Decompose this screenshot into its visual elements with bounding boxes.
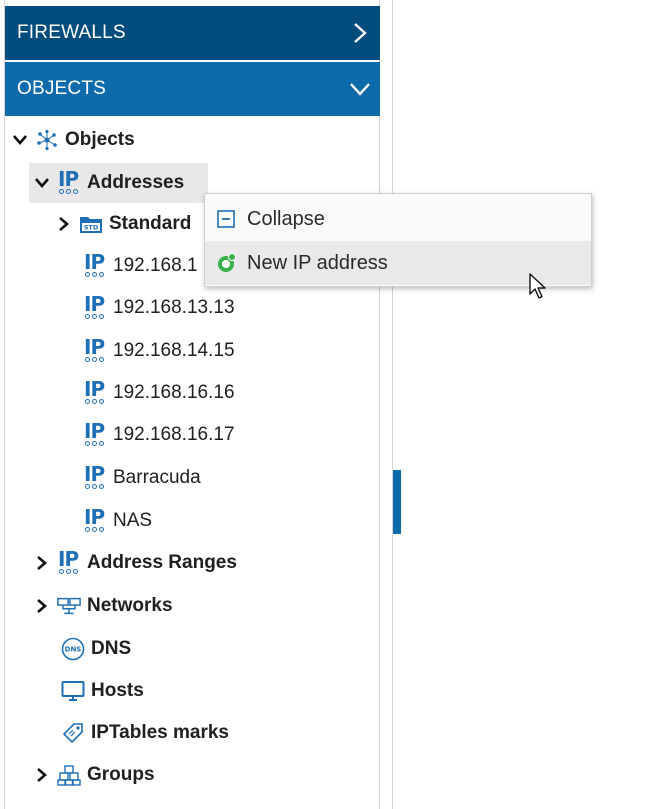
ip-address-icon: IP bbox=[83, 377, 107, 406]
new-ip-icon bbox=[215, 252, 237, 274]
ip-range-icon: IP bbox=[57, 547, 81, 576]
chevron-right-icon[interactable] bbox=[31, 764, 53, 786]
tree-item-label: Networks bbox=[87, 595, 173, 616]
tree-item-groups[interactable]: Groups bbox=[31, 755, 155, 795]
ip-address-icon: IP bbox=[83, 505, 107, 534]
tree-item-label: 192.168.16.17 bbox=[113, 424, 235, 445]
chevron-right-icon[interactable] bbox=[31, 552, 53, 574]
tree-item-label: DNS bbox=[91, 638, 132, 659]
ip-address-icon: IP bbox=[83, 250, 107, 279]
tree-item-ip[interactable]: IP 192.168.16.17 bbox=[83, 415, 235, 455]
tree-item-hosts[interactable]: Hosts bbox=[61, 671, 144, 711]
tree-item-dns[interactable]: DNS DNS bbox=[61, 629, 131, 669]
standard-folder-icon: STD bbox=[79, 211, 103, 237]
chevron-down-icon bbox=[340, 62, 380, 116]
tree-item-ip[interactable]: IP 192.168.13.13 bbox=[83, 288, 235, 328]
ip-address-icon: IP bbox=[83, 292, 107, 321]
ip-address-icon: IP bbox=[83, 462, 107, 491]
scrollbar-thumb[interactable] bbox=[393, 470, 401, 534]
menu-item-collapse[interactable]: Collapse bbox=[205, 197, 591, 241]
tree-item-addresses[interactable]: IP Addresses bbox=[29, 163, 208, 203]
ip-address-icon: IP bbox=[83, 419, 107, 448]
sidebar-panel: FIREWALLS OBJECTS Objects IP Addresses S… bbox=[4, 0, 380, 809]
chevron-right-icon bbox=[340, 6, 380, 60]
groups-cubes-icon bbox=[57, 762, 81, 788]
chevron-down-icon[interactable] bbox=[9, 129, 31, 151]
std-badge-text: STD bbox=[84, 224, 99, 232]
mouse-cursor-icon bbox=[529, 273, 546, 299]
tree-item-label: Hosts bbox=[91, 680, 144, 701]
tree-item-label: Groups bbox=[87, 764, 155, 785]
menu-item-label: New IP address bbox=[247, 251, 388, 274]
tree-item-label: 192.168.13.13 bbox=[113, 297, 235, 318]
tree-item-label: Standard bbox=[109, 213, 192, 234]
accordion-objects[interactable]: OBJECTS bbox=[5, 62, 380, 116]
dns-icon: DNS bbox=[61, 636, 85, 662]
tree-item-label: Objects bbox=[65, 129, 135, 150]
chevron-down-icon[interactable] bbox=[31, 172, 53, 194]
tree-item-ip[interactable]: IP Barracuda bbox=[83, 458, 201, 498]
tree-item-iptables-marks[interactable]: IPTables marks bbox=[61, 713, 229, 753]
tree-item-standard[interactable]: STD Standard bbox=[53, 204, 191, 244]
tree-item-label: 192.168.16.16 bbox=[113, 382, 235, 403]
tree-item-label: NAS bbox=[113, 510, 153, 531]
monitor-icon bbox=[61, 678, 85, 704]
accordion-firewalls-label: FIREWALLS bbox=[17, 22, 126, 43]
ip-address-icon: IP bbox=[83, 335, 107, 364]
menu-item-label: Collapse bbox=[247, 207, 325, 230]
panel-splitter[interactable] bbox=[381, 0, 391, 809]
tree-item-ip[interactable]: IP NAS bbox=[83, 501, 152, 541]
tree-item-ip[interactable]: IP 192.168.1 bbox=[83, 246, 198, 286]
tree-item-label: 192.168.14.15 bbox=[113, 340, 235, 361]
tree-item-label: Addresses bbox=[87, 172, 185, 193]
collapse-icon bbox=[215, 208, 237, 230]
tree-item-ip[interactable]: IP 192.168.14.15 bbox=[83, 331, 235, 371]
tree-item-objects[interactable]: Objects bbox=[9, 120, 135, 160]
chevron-right-icon[interactable] bbox=[31, 595, 53, 617]
ip-address-icon: IP bbox=[57, 167, 81, 196]
networks-icon bbox=[57, 593, 81, 619]
dns-badge-text: DNS bbox=[65, 646, 82, 654]
accordion-firewalls[interactable]: FIREWALLS bbox=[5, 6, 380, 60]
accordion-objects-label: OBJECTS bbox=[17, 78, 107, 99]
tree-item-label: 192.168.1 bbox=[113, 255, 198, 276]
tree-item-label: Barracuda bbox=[113, 467, 201, 488]
tree-item-label: Address Ranges bbox=[87, 552, 237, 573]
tree-item-address-ranges[interactable]: IP Address Ranges bbox=[31, 543, 237, 583]
main-content-panel bbox=[392, 0, 662, 809]
objects-network-icon bbox=[35, 127, 59, 153]
tag-icon bbox=[61, 720, 85, 746]
tree-item-label: IPTables marks bbox=[91, 722, 230, 743]
tree-item-ip[interactable]: IP 192.168.16.16 bbox=[83, 373, 235, 413]
tree-item-networks[interactable]: Networks bbox=[31, 586, 173, 626]
chevron-right-icon[interactable] bbox=[53, 213, 75, 235]
